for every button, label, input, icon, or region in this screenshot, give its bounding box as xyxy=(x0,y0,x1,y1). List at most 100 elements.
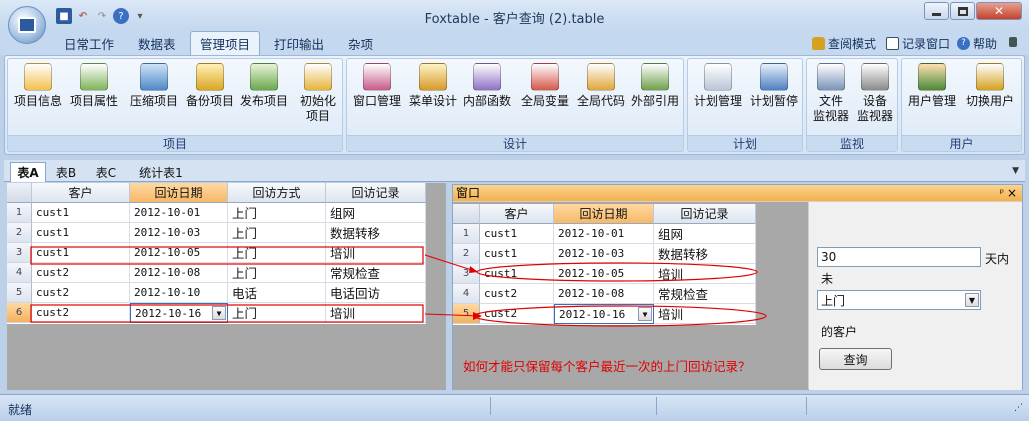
column-header-visit-record[interactable]: 回访记录 xyxy=(326,183,426,203)
cell-visit-record[interactable]: 培训 xyxy=(654,304,756,324)
backup-project-button[interactable]: 备份项目 xyxy=(182,63,238,109)
ribbon-pin[interactable] xyxy=(1009,37,1020,47)
panel-close-icon[interactable]: × xyxy=(1007,185,1017,201)
initialize-project-button[interactable]: 初始化 项目 xyxy=(290,63,346,124)
global-code-button[interactable]: 全局代码 xyxy=(573,63,629,109)
maximize-button[interactable] xyxy=(950,2,975,20)
column-header-customer[interactable]: 客户 xyxy=(480,204,554,224)
tab-list-dropdown-icon[interactable]: ▼ xyxy=(1012,166,1019,176)
publish-project-button[interactable]: 发布项目 xyxy=(236,63,292,109)
column-header-visit-date[interactable]: 回访日期 xyxy=(554,204,654,224)
close-button[interactable]: ✕ xyxy=(976,2,1022,20)
visit-method-select[interactable]: 上门 ▼ xyxy=(817,290,981,310)
row-number[interactable]: 2 xyxy=(453,244,480,264)
dropdown-arrow-icon[interactable]: ▼ xyxy=(212,306,226,320)
cell-visit-record[interactable]: 数据转移 xyxy=(326,223,426,243)
cell-visit-record[interactable]: 培训 xyxy=(326,303,426,323)
cell-visit-date-editor[interactable]: 2012-10-16 ▼ xyxy=(554,304,654,324)
panel-title-bar[interactable]: 窗口 ᵖ × xyxy=(453,185,1022,201)
cell-visit-method[interactable]: 电话 xyxy=(228,283,326,303)
tab-manage-project[interactable]: 管理项目 xyxy=(190,31,261,55)
row-number[interactable]: 5 xyxy=(453,304,480,324)
cell-visit-method[interactable]: 上门 xyxy=(228,303,326,323)
cell-customer[interactable]: cust1 xyxy=(32,223,130,243)
row-number[interactable]: 6 xyxy=(7,303,32,323)
cell-visit-method[interactable]: 上门 xyxy=(228,223,326,243)
column-header-customer[interactable]: 客户 xyxy=(32,183,130,203)
cell-visit-date[interactable]: 2012-10-08 xyxy=(554,284,654,304)
project-properties-button[interactable]: 项目属性 xyxy=(66,63,122,109)
compress-project-button[interactable]: 压缩项目 xyxy=(126,63,182,109)
schedule-pause-button[interactable]: 计划暂停 xyxy=(746,63,802,109)
tab-data-table[interactable]: 数据表 xyxy=(138,31,176,55)
cell-customer[interactable]: cust2 xyxy=(32,263,130,283)
dropdown-arrow-icon[interactable]: ▼ xyxy=(638,307,652,321)
cell-customer[interactable]: cust1 xyxy=(480,224,554,244)
column-header-visit-method[interactable]: 回访方式 xyxy=(228,183,326,203)
query-button[interactable]: 查询 xyxy=(819,348,892,370)
tab-stats-1[interactable]: 统计表1 xyxy=(130,162,192,182)
record-window-link[interactable]: 记录窗口 xyxy=(886,35,950,52)
tab-misc[interactable]: 杂项 xyxy=(348,31,373,55)
cell-visit-date[interactable]: 2012-10-10 xyxy=(130,283,228,303)
resize-grip-icon[interactable]: ⋰ xyxy=(1014,403,1023,413)
window-manage-button[interactable]: 窗口管理 xyxy=(349,63,405,109)
tab-daily-work[interactable]: 日常工作 xyxy=(64,31,114,55)
global-variable-button[interactable]: 全局变量 xyxy=(517,63,573,109)
cell-visit-method[interactable]: 上门 xyxy=(228,263,326,283)
row-number[interactable]: 4 xyxy=(453,284,480,304)
cell-customer[interactable]: cust1 xyxy=(32,203,130,223)
switch-user-button[interactable]: 切换用户 xyxy=(962,63,1018,109)
cell-visit-date[interactable]: 2012-10-01 xyxy=(554,224,654,244)
query-mode-link[interactable]: 查阅模式 xyxy=(812,35,876,52)
cell-visit-record[interactable]: 培训 xyxy=(654,264,756,284)
cell-visit-record[interactable]: 常规检查 xyxy=(654,284,756,304)
table-b-grid[interactable]: 客户 回访日期 回访记录 1 cust1 2012-10-01 组网 2 cus… xyxy=(453,204,756,325)
row-number[interactable]: 3 xyxy=(453,264,480,284)
external-reference-button[interactable]: 外部引用 xyxy=(627,63,683,109)
cell-customer[interactable]: cust2 xyxy=(480,284,554,304)
cell-visit-date[interactable]: 2012-10-08 xyxy=(130,263,228,283)
cell-visit-date[interactable]: 2012-10-05 xyxy=(554,264,654,284)
cell-visit-record[interactable]: 组网 xyxy=(326,203,426,223)
table-b-corner[interactable] xyxy=(453,204,480,224)
column-header-visit-record[interactable]: 回访记录 xyxy=(654,204,756,224)
help-link[interactable]: ? 帮助 xyxy=(957,35,997,52)
internal-function-button[interactable]: 内部函数 xyxy=(459,63,515,109)
cell-visit-method[interactable]: 上门 xyxy=(228,243,326,263)
row-number[interactable]: 5 xyxy=(7,283,32,303)
cell-visit-record[interactable]: 数据转移 xyxy=(654,244,756,264)
cell-visit-record[interactable]: 培训 xyxy=(326,243,426,263)
row-number[interactable]: 1 xyxy=(7,203,32,223)
table-a-grid[interactable]: 客户 回访日期 回访方式 回访记录 1 cust1 2012-10-01 上门 … xyxy=(7,183,426,324)
tab-table-b[interactable]: 表B xyxy=(48,162,84,182)
row-number[interactable]: 3 xyxy=(7,243,32,263)
schedule-manage-button[interactable]: 计划管理 xyxy=(690,63,746,109)
cell-visit-date[interactable]: 2012-10-01 xyxy=(130,203,228,223)
cell-visit-method[interactable]: 上门 xyxy=(228,203,326,223)
cell-visit-record[interactable]: 电话回访 xyxy=(326,283,426,303)
application-menu-button[interactable] xyxy=(8,6,46,44)
minimize-button[interactable] xyxy=(924,2,949,20)
tab-table-a[interactable]: 表A xyxy=(10,162,46,182)
device-monitor-button[interactable]: 设备 监视器 xyxy=(847,63,903,124)
tab-print-output[interactable]: 打印输出 xyxy=(274,31,324,55)
row-number[interactable]: 4 xyxy=(7,263,32,283)
chevron-down-icon[interactable]: ▼ xyxy=(965,293,979,307)
cell-visit-record[interactable]: 常规检查 xyxy=(326,263,426,283)
cell-customer[interactable]: cust2 xyxy=(480,304,554,324)
cell-customer[interactable]: cust1 xyxy=(480,264,554,284)
table-a-corner[interactable] xyxy=(7,183,32,203)
cell-visit-date[interactable]: 2012-10-03 xyxy=(554,244,654,264)
menu-design-button[interactable]: 菜单设计 xyxy=(405,63,461,109)
cell-customer[interactable]: cust1 xyxy=(480,244,554,264)
cell-visit-date[interactable]: 2012-10-05 xyxy=(130,243,228,263)
cell-visit-date[interactable]: 2012-10-03 xyxy=(130,223,228,243)
tab-table-c[interactable]: 表C xyxy=(88,162,124,182)
user-manage-button[interactable]: 用户管理 xyxy=(904,63,960,109)
days-input[interactable]: 30 xyxy=(817,247,981,267)
cell-customer[interactable]: cust2 xyxy=(32,283,130,303)
row-number[interactable]: 2 xyxy=(7,223,32,243)
cell-visit-date-editor[interactable]: 2012-10-16 ▼ xyxy=(130,303,228,323)
panel-pin-icon[interactable]: ᵖ xyxy=(1000,186,1004,202)
